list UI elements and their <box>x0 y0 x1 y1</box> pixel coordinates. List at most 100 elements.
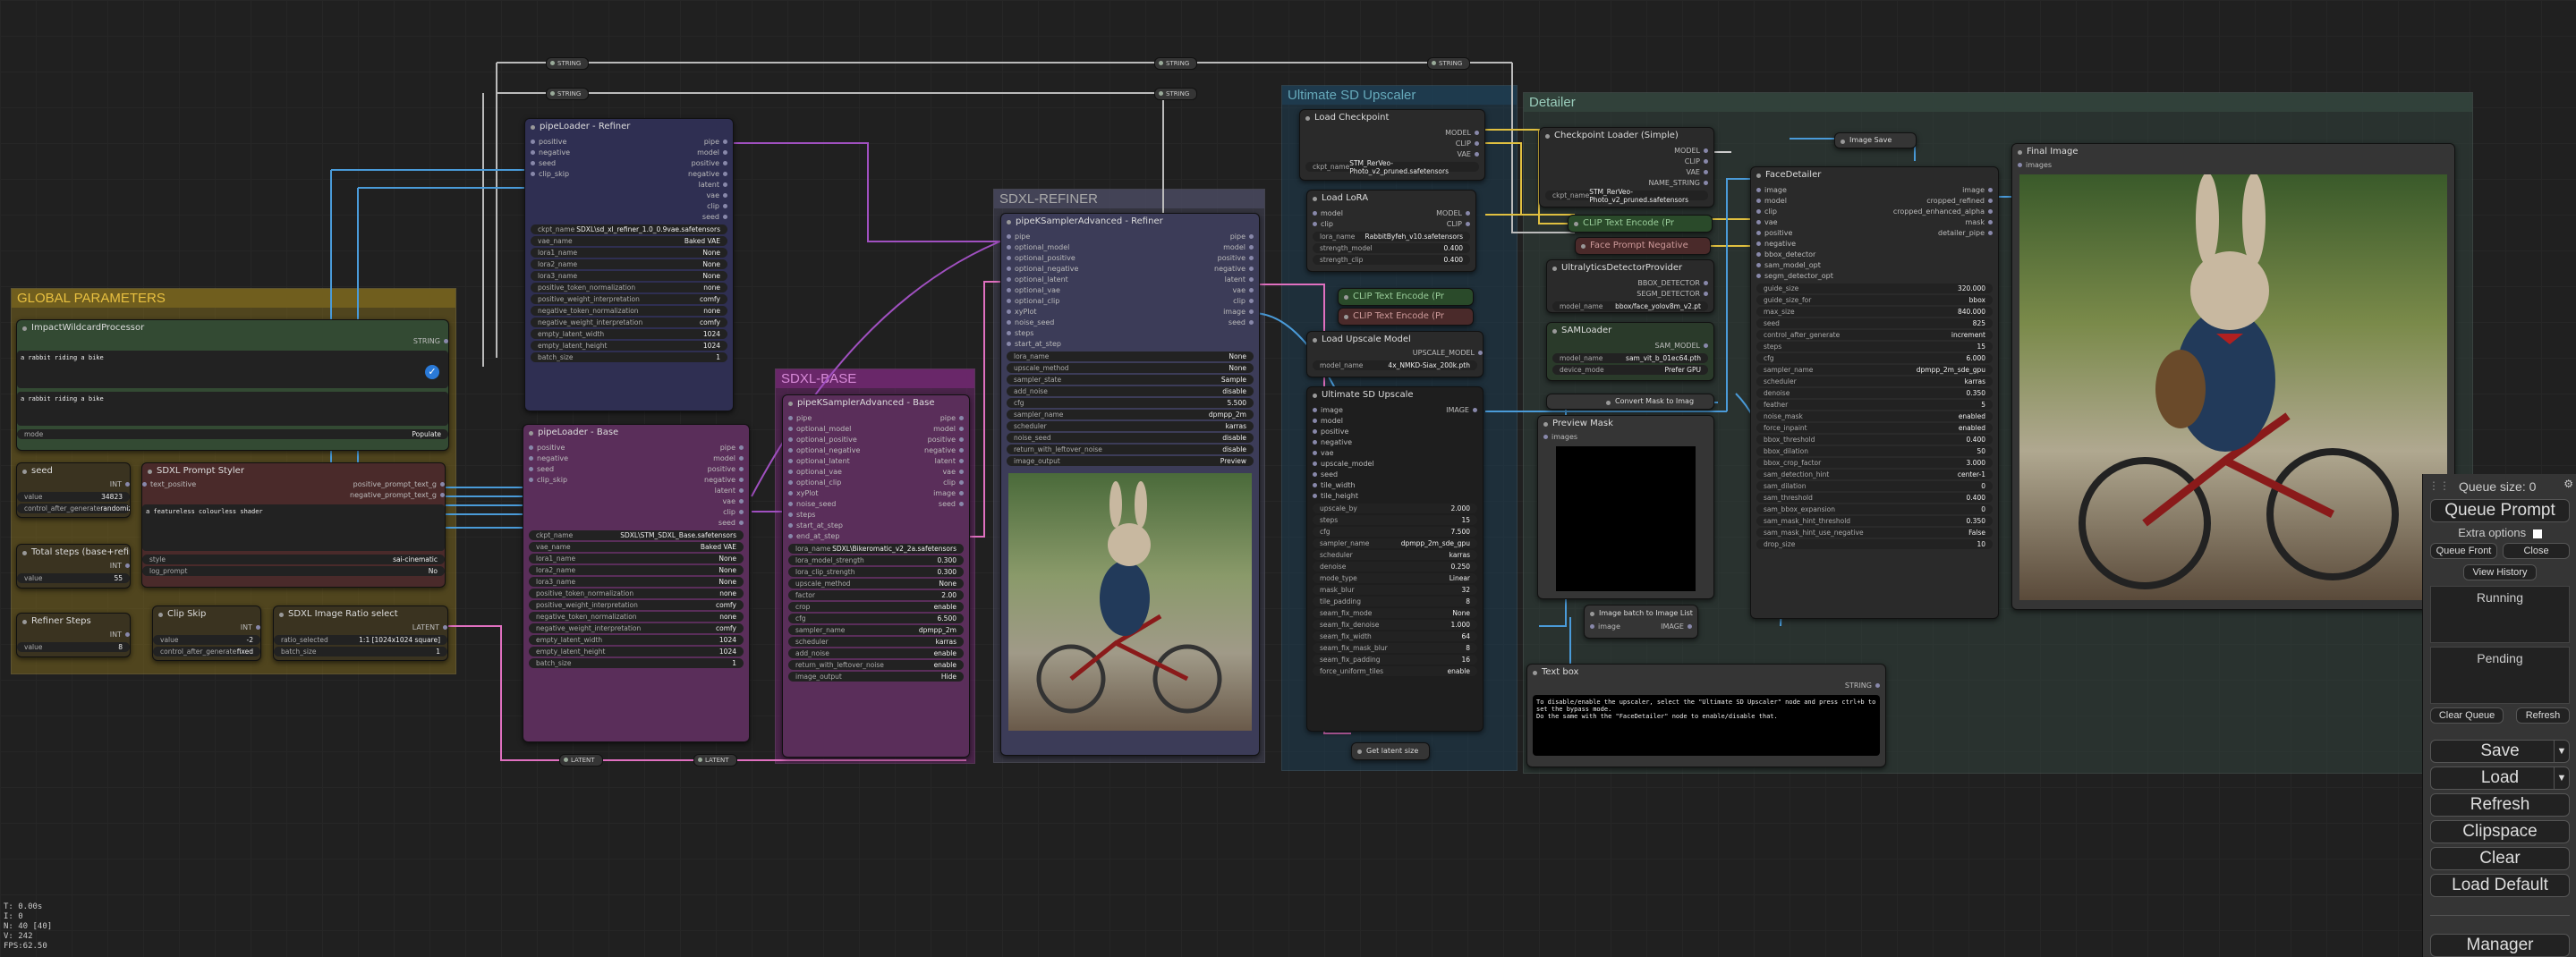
output-model[interactable]: model <box>1223 242 1254 253</box>
input-images[interactable]: images <box>2018 160 2052 171</box>
input-positive[interactable]: positive <box>1313 427 1348 437</box>
bbox-crop-factor-widget[interactable]: bbox_crop_factor 3.000 <box>1756 458 1993 468</box>
input-seed[interactable]: seed <box>531 158 556 169</box>
output-int[interactable]: INT <box>110 561 130 572</box>
view-history-button[interactable]: View History <box>2463 564 2537 580</box>
empty-latent-height-widget[interactable]: empty_latent_height 1024 <box>529 647 744 656</box>
refresh-queue-button[interactable]: Refresh <box>2516 707 2570 724</box>
force-uniform-tiles-widget[interactable]: force_uniform_tiles enable <box>1313 666 1477 676</box>
output-vae[interactable]: VAE <box>1687 167 1709 178</box>
node-preview-mask[interactable]: Preview Mask images <box>1537 415 1714 599</box>
cfg-widget[interactable]: cfg 7.500 <box>1313 527 1477 537</box>
output-negative[interactable]: negative <box>688 169 727 180</box>
input-negative[interactable]: negative <box>1313 437 1352 448</box>
node-get-latent-size[interactable]: Get latent size <box>1351 742 1430 760</box>
control-after-generate-combo[interactable]: control_after_generaterandomize <box>17 504 130 513</box>
input-vae[interactable]: vae <box>1756 217 1778 228</box>
input-optional-clip[interactable]: optional_clip <box>1007 296 1059 307</box>
node-sdxl-image-ratio[interactable]: SDXL Image Ratio select LATENT ratio_sel… <box>273 606 448 661</box>
input-positive[interactable]: positive <box>529 443 565 453</box>
queue-prompt-button[interactable]: Queue Prompt <box>2430 499 2570 522</box>
sampler-name-widget[interactable]: sampler_name dpmpp_2m <box>788 625 964 635</box>
node-sam-loader[interactable]: SAMLoader SAM_MODEL model_name sam_vit_b_0… <box>1546 322 1714 381</box>
strength-clip-widget[interactable]: strength_clip 0.400 <box>1313 255 1470 265</box>
output-vae[interactable]: vae <box>1232 285 1254 296</box>
upscale-by-widget[interactable]: upscale_by 2.000 <box>1313 504 1477 513</box>
mode-type-widget[interactable]: mode_type Linear <box>1313 573 1477 583</box>
input-optional-latent[interactable]: optional_latent <box>1007 275 1068 285</box>
output-int[interactable]: INT <box>110 479 130 490</box>
output-string[interactable]: STRING <box>1845 681 1880 691</box>
sampler-state-widget[interactable]: sampler_state Sample <box>1007 375 1254 385</box>
bbox-threshold-widget[interactable]: bbox_threshold 0.400 <box>1756 435 1993 445</box>
gear-icon[interactable]: ⚙ <box>2563 478 2573 490</box>
comfy-menu[interactable]: ⋮⋮ Queue size: 0 ⚙ Queue Prompt Extra op… <box>2422 474 2576 957</box>
input-clip-skip[interactable]: clip_skip <box>531 169 569 180</box>
scheduler-widget[interactable]: scheduler karras <box>1756 377 1993 386</box>
tile-padding-widget[interactable]: tile_padding 8 <box>1313 597 1477 606</box>
input-noise-seed[interactable]: noise_seed <box>1007 318 1054 328</box>
upscale-method-widget[interactable]: upscale_method None <box>1007 363 1254 373</box>
empty-latent-height-widget[interactable]: empty_latent_height 1024 <box>531 341 727 351</box>
return-with-leftover-noise-widget[interactable]: return_with_leftover_noise disable <box>1007 445 1254 454</box>
widget[interactable]: ckpt_name STM_RerVeo-Photo_v2_pruned.safe… <box>1305 159 1479 175</box>
factor-widget[interactable]: factor 2.00 <box>788 590 964 600</box>
input-seed[interactable]: seed <box>1313 470 1338 480</box>
node-ultimate-sd-upscale[interactable]: Ultimate SD Upscale image IMAGE model posit… <box>1306 386 1484 732</box>
positive-token-normalization-widget[interactable]: positive_token_normalization none <box>529 589 744 598</box>
seam-fix-width-widget[interactable]: seam_fix_width 64 <box>1313 631 1477 641</box>
lora1-name-widget[interactable]: lora1_name None <box>529 554 744 563</box>
crop-widget[interactable]: crop enable <box>788 602 964 612</box>
control-after-generate-widget[interactable]: control_after_generate increment <box>1756 330 1993 340</box>
sam-threshold-widget[interactable]: sam_threshold 0.400 <box>1756 493 1993 503</box>
clipspace-button[interactable]: Clipspace <box>2430 820 2570 843</box>
lora-name-widget[interactable]: lora_name SDXL\Bikeromatic_v2_2a.safetens… <box>788 544 964 554</box>
cfg-widget[interactable]: cfg 6.500 <box>788 614 964 623</box>
input-optional-model[interactable]: optional_model <box>1007 242 1069 253</box>
input-negative[interactable]: negative <box>531 148 570 158</box>
input-optional-clip[interactable]: optional_clip <box>788 478 841 488</box>
output-model[interactable]: MODEL <box>1674 146 1708 157</box>
ckpt-name-widget[interactable]: ckpt_name SDXL\STM_SDXL_Base.safetensors <box>529 530 744 540</box>
scheduler-widget[interactable]: scheduler karras <box>788 637 964 647</box>
node-total-steps[interactable]: Total steps (base+refiner) INT value55 <box>16 544 131 589</box>
empty-latent-width-widget[interactable]: empty_latent_width 1024 <box>529 635 744 645</box>
node-clip-text-encode-detailer[interactable]: CLIP Text Encode (Pr <box>1568 215 1713 233</box>
node-clip-text-encode-negative[interactable]: CLIP Text Encode (Pr <box>1338 308 1474 326</box>
node-image-batch-to-list[interactable]: Image batch to Image List image IMAGE <box>1584 605 1698 639</box>
output-model[interactable]: MODEL <box>1436 208 1470 219</box>
input-clip-skip[interactable]: clip_skip <box>529 475 567 486</box>
input-optional-vae[interactable]: optional_vae <box>788 467 842 478</box>
manager-button[interactable]: Manager <box>2430 934 2570 957</box>
node-checkpoint-loader-simple[interactable]: Checkpoint Loader (Simple) MODEL CLIP VAE N… <box>1539 127 1714 207</box>
check-icon[interactable]: ✓ <box>425 365 439 379</box>
output-image[interactable]: image <box>1962 185 1993 196</box>
image-output-widget[interactable]: image_output Hide <box>788 672 964 682</box>
input-steps[interactable]: steps <box>1007 328 1033 339</box>
clear-queue-button[interactable]: Clear Queue <box>2430 707 2504 724</box>
refiner-steps-value-field[interactable]: value 8 <box>17 642 130 652</box>
batch-size-field[interactable]: batch_size 1 <box>274 647 447 656</box>
pending-list[interactable]: Pending <box>2430 647 2570 704</box>
lora-clip-strength-widget[interactable]: lora_clip_strength 0.300 <box>788 567 964 577</box>
output-seed[interactable]: seed <box>702 212 727 223</box>
output-image[interactable]: image <box>1223 307 1254 318</box>
output-int[interactable]: INT <box>241 622 260 633</box>
input-image[interactable]: image <box>1590 622 1620 632</box>
add-noise-widget[interactable]: add_noise enable <box>788 648 964 658</box>
positive-weight-interpretation-widget[interactable]: positive_weight_interpretation comfy <box>531 294 727 304</box>
output-latent[interactable]: LATENT <box>412 622 447 633</box>
sam-mask-hint-threshold-widget[interactable]: sam_mask_hint_threshold 0.350 <box>1756 516 1993 526</box>
output-model[interactable]: MODEL <box>1445 128 1479 139</box>
output-segm-detector[interactable]: SEGM_DETECTOR <box>1637 289 1708 300</box>
widget[interactable]: ckpt_name STM_RerVeo-Photo_v2_pruned.safe… <box>1545 188 1708 204</box>
lora2-name-widget[interactable]: lora2_name None <box>529 565 744 575</box>
input-optional-negative[interactable]: optional_negative <box>788 445 860 456</box>
drag-handle-icon[interactable]: ⋮⋮ <box>2428 479 2450 492</box>
input-positive[interactable]: positive <box>531 137 566 148</box>
input-optional-positive[interactable]: optional_positive <box>1007 253 1075 264</box>
input-clip[interactable]: clip <box>1756 207 1777 217</box>
sampler-name-widget[interactable]: sampler_name dpmpp_2m_sde_gpu <box>1313 538 1477 548</box>
input-sam-model-opt[interactable]: sam_model_opt <box>1756 260 1821 271</box>
text-box-content[interactable]: To disable/enable the upscaler, select t… <box>1533 695 1880 756</box>
